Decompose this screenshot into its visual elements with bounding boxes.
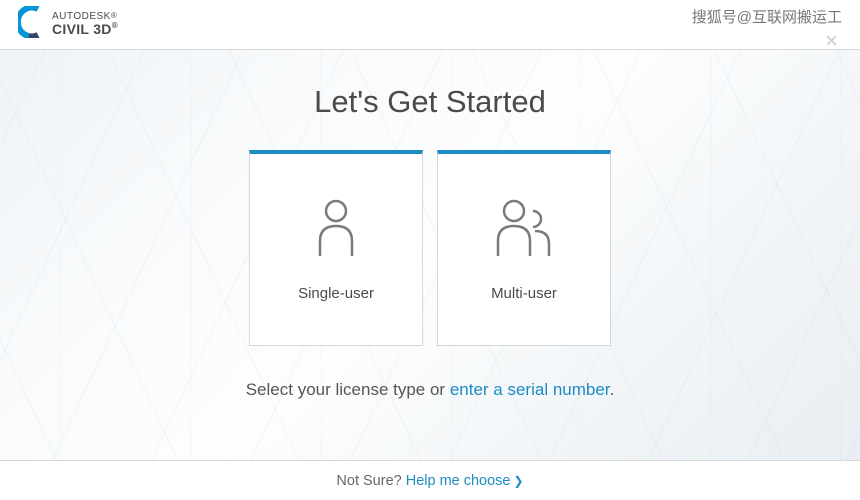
enter-serial-link[interactable]: enter a serial number: [450, 380, 610, 399]
license-type-cards: Single-user Multi-user: [0, 150, 860, 346]
subtitle-text: Select your license type or enter a seri…: [0, 380, 860, 400]
card-label: Single-user: [298, 285, 374, 302]
multi-user-card[interactable]: Multi-user: [437, 150, 611, 346]
autodesk-c-icon: [18, 6, 44, 43]
single-user-card[interactable]: Single-user: [249, 150, 423, 346]
product-name: CIVIL 3D®: [52, 22, 118, 37]
footer-bar: Not Sure? Help me choose ❯: [0, 460, 860, 500]
person-icon: [316, 197, 356, 259]
people-icon: [493, 197, 555, 259]
card-label: Multi-user: [491, 285, 557, 302]
product-logo: AUTODESK® CIVIL 3D®: [18, 6, 118, 43]
watermark-text: 搜狐号@互联网搬运工: [692, 6, 842, 27]
footer-text: Not Sure?: [336, 473, 401, 489]
close-icon[interactable]: ×: [825, 30, 838, 52]
chevron-right-icon: ❯: [514, 474, 524, 488]
page-title: Let's Get Started: [0, 84, 860, 120]
help-choose-link[interactable]: Help me choose ❯: [406, 473, 524, 489]
